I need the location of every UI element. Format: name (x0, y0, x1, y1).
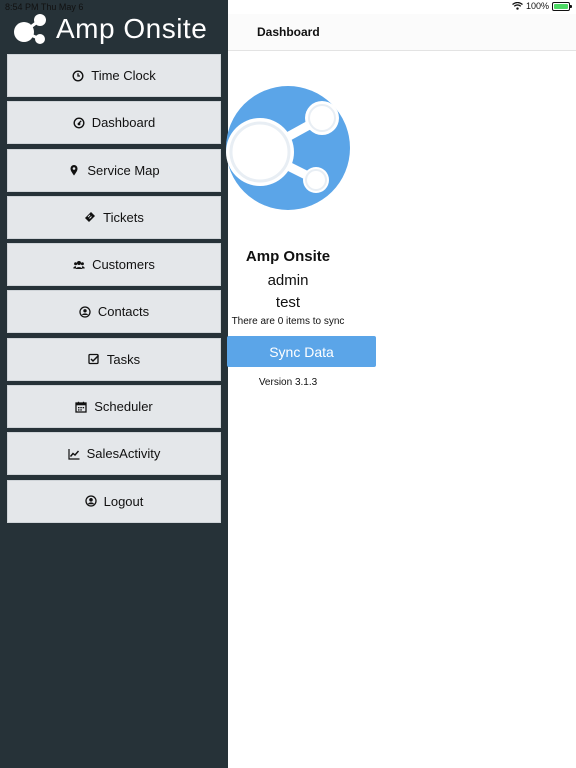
dashboard-panel: Amp Onsite admin test There are 0 items … (226, 51, 576, 768)
company-name: test (275, 294, 301, 311)
users-icon (73, 259, 85, 271)
contact-icon (79, 306, 91, 318)
sync-status: There are 0 items to sync (231, 316, 345, 327)
menu-item-tickets[interactable]: Tickets (7, 195, 221, 239)
menu-item-service-map[interactable]: Service Map (7, 148, 221, 192)
checkbox-icon (88, 353, 100, 365)
menu-item-dashboard[interactable]: Dashboard (7, 101, 221, 145)
menu-label-contacts: Contacts (97, 304, 150, 320)
status-time: 8:54 PM Thu May 6 (5, 2, 84, 12)
menu-item-logout[interactable]: Logout (7, 479, 221, 523)
menu-label-dashboard: Dashboard (91, 115, 156, 131)
menu-label-customers: Customers (92, 257, 155, 273)
clock-icon (72, 69, 84, 82)
line-chart-icon (68, 448, 80, 460)
menu-label-service-map: Service Map (87, 162, 160, 178)
page-title: Dashboard (257, 25, 320, 39)
menu-item-sales-activity[interactable]: SalesActivity (7, 432, 221, 476)
calendar-icon (75, 401, 87, 413)
battery-percent: 100% (525, 1, 549, 11)
top-bar: Dashboard (228, 14, 576, 51)
status-indicators: 100% (512, 1, 572, 11)
menu-item-scheduler[interactable]: Scheduler (7, 385, 221, 429)
brand: Amp Onsite (12, 12, 207, 46)
menu-label-sales-activity: SalesActivity (86, 446, 161, 462)
wifi-icon (512, 2, 523, 10)
menu-label-time-clock: Time Clock (91, 68, 156, 83)
user-circle-icon (84, 495, 97, 507)
menu-item-contacts[interactable]: Contacts (7, 290, 221, 334)
menu-label-tasks: Tasks (106, 351, 141, 367)
menu-label-logout: Logout (103, 493, 144, 509)
menu-item-tasks[interactable]: Tasks (7, 337, 221, 381)
app-name: Amp Onsite (245, 248, 331, 265)
dashboard-icon (73, 117, 85, 129)
status-bar: 8:54 PM Thu May 6 100% (0, 0, 576, 14)
version-label: Version 3.1.3 (258, 377, 318, 388)
sidebar-menu: Time Clock Dashboard Service Map Tickets… (7, 54, 221, 527)
amp-logo-icon (14, 14, 46, 44)
menu-label-scheduler: Scheduler (94, 399, 153, 415)
map-pin-icon (68, 164, 80, 176)
amp-onsite-logo-icon (226, 86, 350, 210)
ticket-icon (84, 211, 96, 223)
sync-data-button[interactable]: Sync Data (227, 336, 376, 367)
menu-item-time-clock[interactable]: Time Clock (7, 54, 221, 97)
menu-label-tickets: Tickets (103, 209, 144, 225)
menu-item-customers[interactable]: Customers (7, 243, 221, 287)
user-name: admin (267, 272, 309, 289)
battery-icon (552, 1, 572, 11)
sidebar: Amp Onsite Time Clock Dashboard Service … (0, 0, 228, 768)
brand-name: Amp Onsite (56, 13, 208, 44)
